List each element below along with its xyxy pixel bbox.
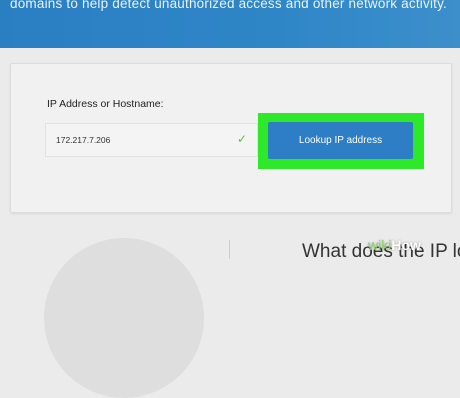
ip-hostname-input[interactable]: 172.217.7.206 ✓ [45, 123, 258, 157]
ip-input-value[interactable]: 172.217.7.206 [56, 135, 110, 145]
illustration-circle [44, 238, 204, 398]
ip-field-label: IP Address or Hostname: [47, 98, 164, 110]
section-divider [229, 240, 230, 259]
wikihow-watermark: wikiHow [368, 237, 421, 253]
lookup-ip-button[interactable]: Lookup IP address [268, 122, 413, 159]
top-banner: domains to help detect unauthorized acce… [0, 0, 460, 48]
watermark-wiki: wiki [368, 237, 392, 253]
checkmark-icon: ✓ [236, 132, 247, 146]
banner-text: domains to help detect unauthorized acce… [10, 0, 447, 11]
watermark-how: How [391, 237, 421, 253]
